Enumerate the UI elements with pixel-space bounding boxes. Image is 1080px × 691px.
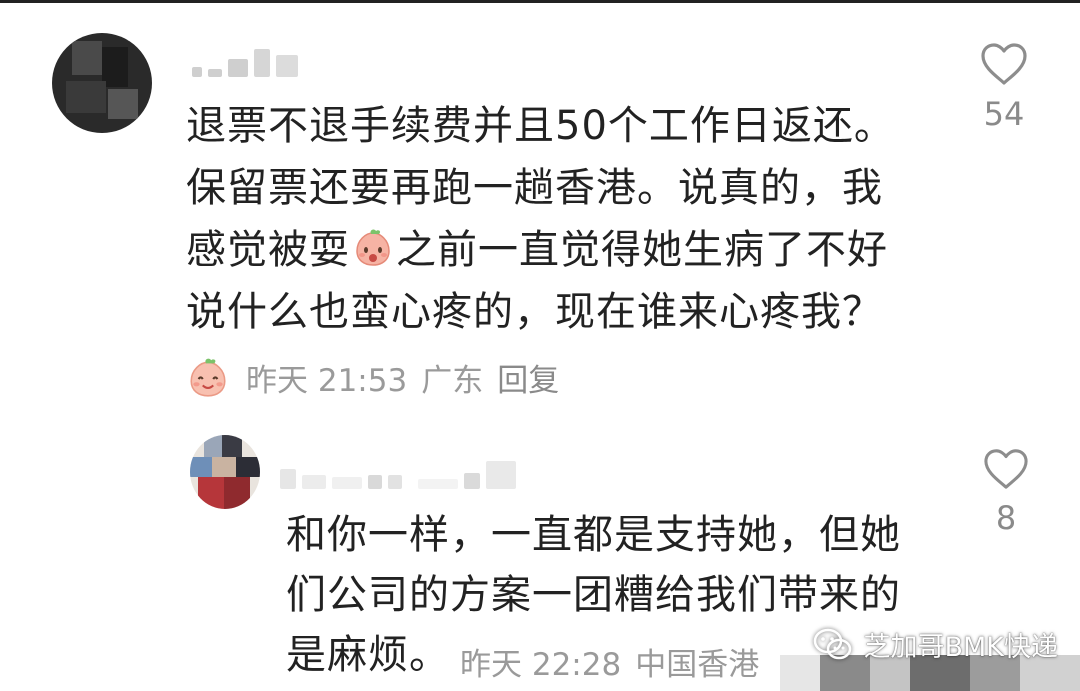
reply-meta: 昨天 22:28 中国香港	[460, 639, 759, 684]
heart-outline-icon[interactable]	[982, 447, 1030, 491]
username-blurred[interactable]	[192, 43, 298, 77]
comment-text: 退票不退手续费并且50个工作日返还。 保留票还要再跑一趟香港。说真的，我 感觉被…	[186, 95, 906, 343]
reply-line-1: 和你一样，一直都是支持她，但她	[286, 512, 901, 558]
reply-button[interactable]: 回复	[497, 355, 559, 400]
reply-like-count: 8	[995, 499, 1017, 537]
comment-time: 昨天 21:53	[246, 363, 408, 399]
reply-user-avatar[interactable]	[190, 435, 260, 509]
peach-face-emoji-icon	[356, 229, 390, 266]
reply-line-3: 是麻烦。	[286, 632, 450, 678]
reply-line-2: 们公司的方案一团糟给我们带来的	[286, 572, 901, 618]
watermark: 芝加哥BMK快递	[813, 625, 1058, 664]
comment-line-4: 说什么也蛮心疼的，现在谁来心疼我？	[186, 289, 883, 335]
comment-line-2: 保留票还要再跑一趟香港。说真的，我	[186, 165, 883, 211]
wechat-icon	[814, 628, 852, 659]
like-button[interactable]: 54	[964, 41, 1044, 133]
reply-username-blurred[interactable]	[280, 449, 516, 489]
comment-line-1: 退票不退手续费并且50个工作日返还。	[186, 103, 895, 149]
comment-line-3a: 感觉被耍	[186, 227, 350, 273]
reply-like-button[interactable]: 8	[966, 447, 1046, 537]
user-avatar[interactable]	[52, 33, 152, 133]
reply-time: 昨天 22:28	[460, 647, 622, 683]
comment-line-3b: 之前一直觉得她生病了不好	[396, 227, 888, 273]
reply-location: 中国香港	[635, 647, 760, 683]
comment-location: 广东	[421, 363, 484, 399]
watermark-text: 芝加哥BMK快递	[863, 632, 1058, 663]
comment-screen: 退票不退手续费并且50个工作日返还。 保留票还要再跑一趟香港。说真的，我 感觉被…	[0, 0, 1080, 691]
comment-meta: 昨天 21:53 广东 回复	[186, 355, 559, 400]
peach-face-emoji-icon[interactable]	[186, 356, 230, 400]
like-count: 54	[983, 95, 1025, 133]
heart-outline-icon[interactable]	[979, 41, 1029, 87]
